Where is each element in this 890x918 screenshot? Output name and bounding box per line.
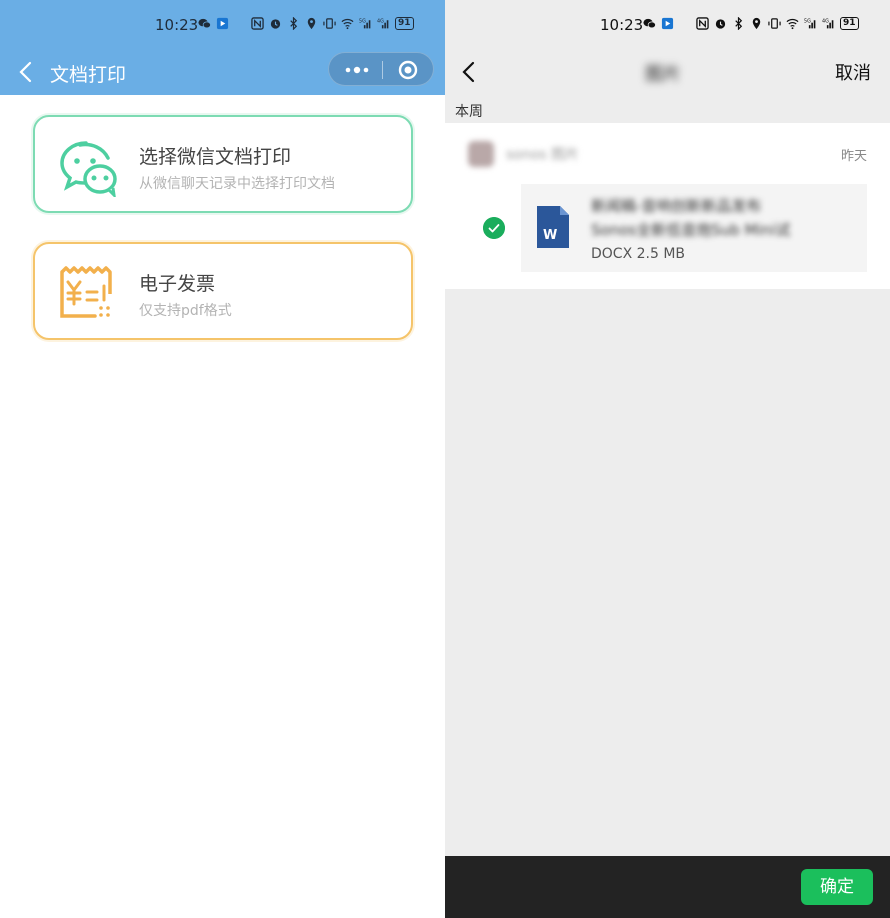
status-system-icons: 5G 4G 91 bbox=[696, 17, 859, 30]
signal-5g-icon: 5G bbox=[359, 19, 371, 29]
signal-4g-icon: 4G bbox=[377, 19, 389, 29]
bluetooth-icon bbox=[735, 17, 743, 30]
status-system-icons: 5G 4G 91 bbox=[251, 17, 414, 30]
card-title: 选择微信文档打印 bbox=[139, 146, 292, 168]
wifi-icon bbox=[786, 18, 799, 30]
wechat-notification-icon bbox=[198, 18, 211, 29]
signal-5g-icon: 5G bbox=[804, 19, 816, 29]
selected-checkmark-icon[interactable] bbox=[483, 217, 505, 239]
wechat-document-print-card[interactable]: 选择微信文档打印 从微信聊天记录中选择打印文档 bbox=[33, 115, 413, 213]
miniprogram-capsule bbox=[328, 52, 434, 86]
app-notification-icon bbox=[661, 17, 674, 30]
card-subtitle: 仅支持pdf格式 bbox=[139, 303, 232, 319]
status-time: 10:23 bbox=[155, 16, 199, 34]
word-document-icon: W bbox=[537, 206, 569, 248]
document-print-screen: 10:23 5G 4G 91 文档打印 选择微信文档打印 从微信聊天记录中选择打… bbox=[0, 0, 445, 918]
location-icon bbox=[752, 17, 761, 30]
bottom-action-bar: 确定 bbox=[445, 856, 890, 918]
battery-indicator: 91 bbox=[840, 17, 859, 30]
wechat-chat-icon bbox=[60, 141, 117, 197]
wifi-icon bbox=[341, 18, 354, 30]
wechat-notification-icon bbox=[643, 18, 656, 29]
file-meta: DOCX 2.5 MB bbox=[591, 246, 686, 262]
back-arrow-icon[interactable] bbox=[459, 59, 479, 85]
invoice-icon bbox=[60, 266, 112, 318]
page-title: 文档打印 bbox=[50, 64, 127, 86]
status-notification-icons bbox=[643, 17, 674, 30]
signal-4g-icon: 4G bbox=[822, 19, 834, 29]
sender-avatar bbox=[468, 141, 494, 167]
svg-text:4G: 4G bbox=[822, 19, 829, 25]
svg-text:5G: 5G bbox=[359, 19, 366, 25]
more-options-icon[interactable] bbox=[343, 60, 371, 80]
bluetooth-icon bbox=[290, 17, 298, 30]
nfc-icon bbox=[251, 17, 264, 30]
chat-title: 图片 bbox=[645, 64, 681, 85]
battery-indicator: 91 bbox=[395, 17, 414, 30]
confirm-button[interactable]: 确定 bbox=[801, 869, 873, 905]
navigation-bar: 文档打印 bbox=[0, 50, 445, 95]
file-message-list: sonos 图片 昨天 W 新闻稿-音响创新新品发布 Sonos全新低音炮Sub… bbox=[445, 123, 890, 289]
svg-text:W: W bbox=[543, 228, 557, 243]
svg-text:4G: 4G bbox=[377, 19, 384, 25]
status-notification-icons bbox=[198, 17, 229, 30]
card-subtitle: 从微信聊天记录中选择打印文档 bbox=[139, 176, 335, 192]
sender-name: sonos 图片 bbox=[506, 147, 580, 163]
vibrate-icon bbox=[323, 18, 336, 29]
card-title: 电子发票 bbox=[139, 273, 216, 295]
status-bar: 10:23 5G 4G 91 bbox=[445, 0, 890, 50]
e-invoice-card[interactable]: 电子发票 仅支持pdf格式 bbox=[33, 242, 413, 340]
svg-text:5G: 5G bbox=[804, 19, 811, 25]
wechat-file-picker-screen: 10:23 5G 4G 91 图片 取消 本周 sonos 图片 昨天 W 新闻… bbox=[445, 0, 890, 918]
navigation-bar: 图片 取消 bbox=[445, 50, 890, 96]
cancel-button[interactable]: 取消 bbox=[835, 59, 871, 85]
location-icon bbox=[307, 17, 316, 30]
section-header-this-week: 本周 bbox=[455, 104, 483, 120]
nfc-icon bbox=[696, 17, 709, 30]
vibrate-icon bbox=[768, 18, 781, 29]
app-notification-icon bbox=[216, 17, 229, 30]
capsule-divider bbox=[382, 61, 383, 79]
file-item[interactable]: W 新闻稿-音响创新新品发布 Sonos全新低音炮Sub Mini试 DOCX … bbox=[521, 184, 867, 272]
message-date: 昨天 bbox=[841, 149, 868, 164]
close-miniprogram-icon[interactable] bbox=[398, 60, 418, 80]
status-bar: 10:23 5G 4G 91 bbox=[0, 0, 445, 50]
alarm-icon bbox=[715, 19, 726, 29]
back-arrow-icon[interactable] bbox=[16, 60, 36, 84]
status-time: 10:23 bbox=[600, 16, 644, 34]
alarm-icon bbox=[270, 19, 281, 29]
file-name-line-1: 新闻稿-音响创新新品发布 bbox=[591, 197, 762, 215]
file-name-line-2: Sonos全新低音炮Sub Mini试 bbox=[591, 221, 791, 239]
file-name: 新闻稿-音响创新新品发布 Sonos全新低音炮Sub Mini试 bbox=[591, 194, 859, 242]
